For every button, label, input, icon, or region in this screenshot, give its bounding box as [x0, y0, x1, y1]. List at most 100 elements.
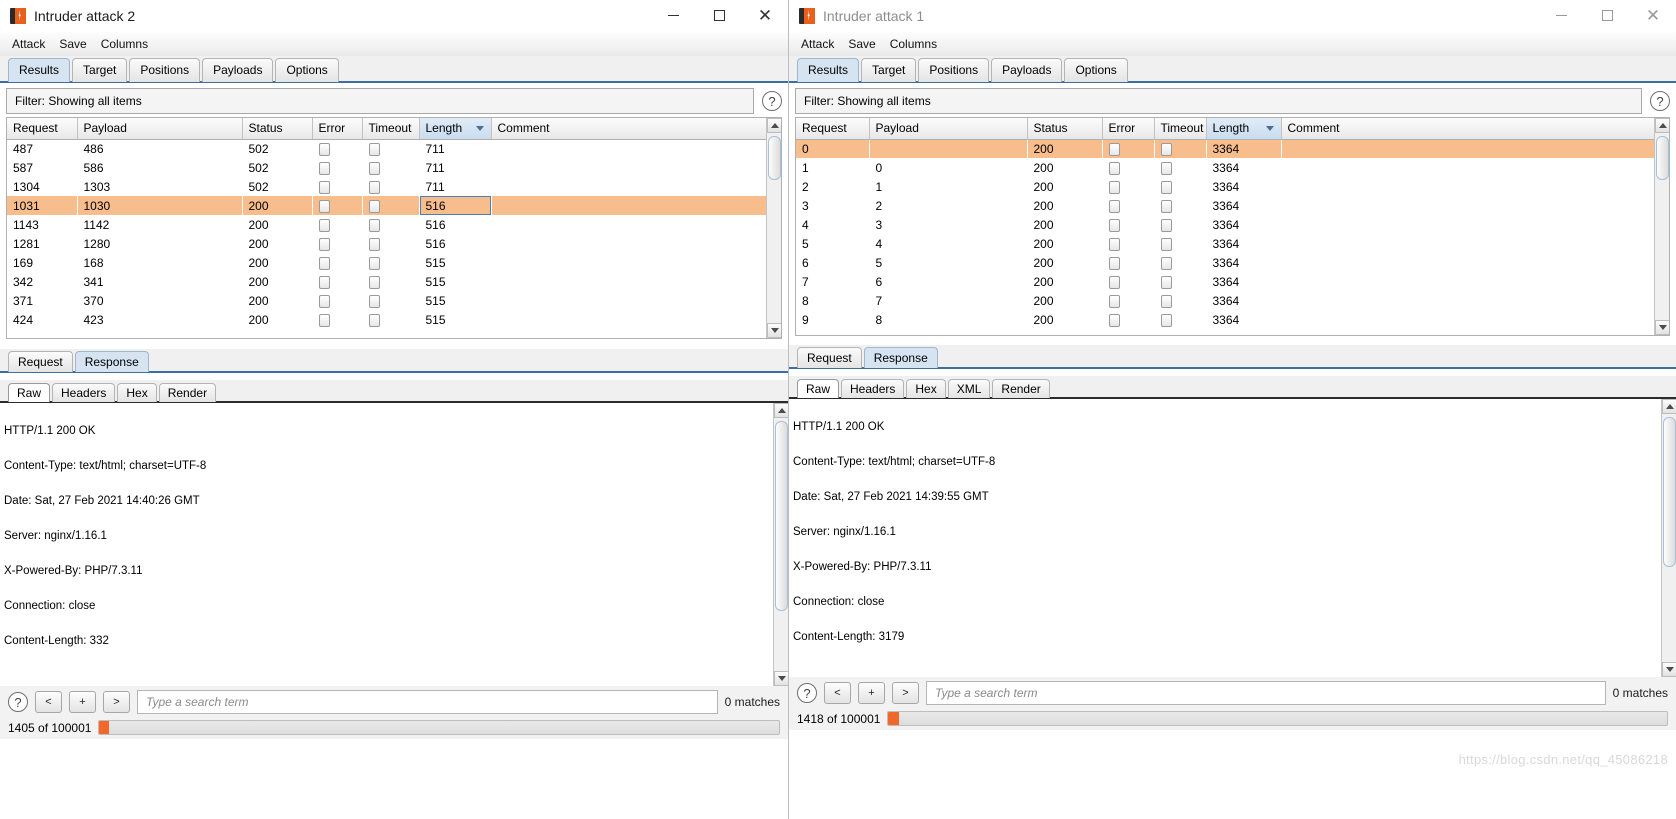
- error-checkbox[interactable]: [318, 199, 330, 213]
- tab-options[interactable]: Options: [1064, 58, 1128, 82]
- timeout-checkbox[interactable]: [368, 237, 380, 251]
- cell-error[interactable]: [312, 234, 362, 253]
- error-checkbox[interactable]: [1108, 294, 1120, 308]
- search-next-button[interactable]: >: [892, 682, 919, 704]
- view-tab-raw[interactable]: Raw: [797, 379, 840, 398]
- cell-comment[interactable]: [491, 215, 781, 234]
- timeout-checkbox[interactable]: [368, 180, 380, 194]
- view-tab-render[interactable]: Render: [992, 379, 1050, 398]
- cell-comment[interactable]: [1281, 272, 1669, 291]
- scrollbar-thumb[interactable]: [768, 136, 781, 180]
- cell-error[interactable]: [1102, 253, 1154, 272]
- cell-timeout[interactable]: [1154, 291, 1206, 310]
- filter-bar-button[interactable]: Filter: Showing all items: [795, 88, 1642, 114]
- cell-error[interactable]: [1102, 196, 1154, 215]
- column-header-timeout[interactable]: Timeout: [362, 118, 420, 140]
- cell-error[interactable]: [1102, 177, 1154, 196]
- message-tab-request[interactable]: Request: [8, 351, 73, 372]
- cell-comment[interactable]: [1281, 215, 1669, 234]
- help-icon[interactable]: ?: [762, 91, 782, 111]
- column-header-payload[interactable]: Payload: [869, 118, 1028, 140]
- error-checkbox[interactable]: [1108, 180, 1120, 194]
- timeout-checkbox[interactable]: [1160, 294, 1172, 308]
- cell-error[interactable]: [312, 139, 362, 158]
- menu-item-columns[interactable]: Columns: [890, 37, 937, 51]
- right-response-text[interactable]: HTTP/1.1 200 OK Content-Type: text/html;…: [789, 399, 1659, 677]
- table-row[interactable]: 1304 1303 502 711: [7, 177, 781, 196]
- timeout-checkbox[interactable]: [368, 161, 380, 175]
- cell-timeout[interactable]: [362, 139, 419, 158]
- table-row[interactable]: 5 4 200 3364: [796, 234, 1669, 253]
- tab-options[interactable]: Options: [275, 58, 339, 82]
- cell-comment[interactable]: [491, 291, 781, 310]
- cell-error[interactable]: [1102, 215, 1154, 234]
- view-tab-raw[interactable]: Raw: [8, 383, 51, 402]
- table-row[interactable]: 8 7 200 3364: [796, 291, 1669, 310]
- tab-positions[interactable]: Positions: [918, 58, 990, 82]
- table-row-selected[interactable]: 0 200 3364: [796, 139, 1669, 158]
- message-tab-response[interactable]: Response: [863, 347, 938, 368]
- table-row[interactable]: 6 5 200 3364: [796, 253, 1669, 272]
- tab-payloads[interactable]: Payloads: [202, 58, 274, 82]
- cell-timeout[interactable]: [362, 215, 419, 234]
- timeout-checkbox[interactable]: [368, 142, 380, 156]
- tab-target[interactable]: Target: [861, 58, 917, 82]
- error-checkbox[interactable]: [318, 237, 330, 251]
- table-row[interactable]: 424 423 200 515: [7, 310, 781, 329]
- tab-target[interactable]: Target: [72, 58, 128, 82]
- error-checkbox[interactable]: [318, 313, 330, 327]
- table-row[interactable]: 342 341 200 515: [7, 272, 781, 291]
- view-tab-headers[interactable]: Headers: [841, 379, 905, 398]
- search-next-button[interactable]: >: [103, 691, 130, 713]
- table-row[interactable]: 1 0 200 3364: [796, 158, 1669, 177]
- menu-item-columns[interactable]: Columns: [101, 37, 148, 51]
- timeout-checkbox[interactable]: [1160, 237, 1172, 251]
- error-checkbox[interactable]: [1108, 237, 1120, 251]
- column-header-payload[interactable]: Payload: [77, 118, 243, 140]
- view-tab-xml[interactable]: XML: [947, 379, 991, 398]
- table-row[interactable]: 4 3 200 3364: [796, 215, 1669, 234]
- tab-payloads[interactable]: Payloads: [991, 58, 1063, 82]
- cell-error[interactable]: [312, 310, 362, 329]
- column-header-request[interactable]: Request: [7, 118, 78, 140]
- column-header-error[interactable]: Error: [312, 118, 363, 140]
- error-checkbox[interactable]: [1108, 199, 1120, 213]
- scroll-up-button[interactable]: [1662, 399, 1676, 414]
- menu-item-attack[interactable]: Attack: [801, 37, 834, 51]
- timeout-checkbox[interactable]: [368, 199, 380, 213]
- scroll-down-button[interactable]: [774, 671, 788, 686]
- error-checkbox[interactable]: [318, 275, 330, 289]
- error-checkbox[interactable]: [318, 161, 330, 175]
- timeout-checkbox[interactable]: [1160, 180, 1172, 194]
- close-button[interactable]: ✕: [742, 0, 788, 32]
- filter-bar-button[interactable]: Filter: Showing all items: [6, 88, 754, 114]
- tab-results[interactable]: Results: [8, 58, 71, 82]
- column-header-error[interactable]: Error: [1102, 118, 1155, 140]
- cell-comment[interactable]: [491, 310, 781, 329]
- right-results-scrollbar[interactable]: [1654, 118, 1669, 335]
- timeout-checkbox[interactable]: [368, 294, 380, 308]
- cell-comment[interactable]: [491, 234, 781, 253]
- timeout-checkbox[interactable]: [1160, 199, 1172, 213]
- menu-item-save[interactable]: Save: [848, 37, 875, 51]
- scroll-down-button[interactable]: [1655, 320, 1669, 335]
- cell-timeout[interactable]: [362, 158, 419, 177]
- right-response-scrollbar[interactable]: [1661, 399, 1676, 677]
- error-checkbox[interactable]: [318, 256, 330, 270]
- cell-timeout[interactable]: [362, 253, 419, 272]
- tab-positions[interactable]: Positions: [129, 58, 201, 82]
- help-icon[interactable]: ?: [1650, 91, 1670, 111]
- error-checkbox[interactable]: [1108, 256, 1120, 270]
- cell-error[interactable]: [312, 291, 362, 310]
- timeout-checkbox[interactable]: [368, 313, 380, 327]
- cell-timeout[interactable]: [1154, 272, 1206, 291]
- table-row[interactable]: 3 2 200 3364: [796, 196, 1669, 215]
- column-header-comment[interactable]: Comment: [491, 118, 781, 140]
- column-header-status[interactable]: Status: [242, 118, 313, 140]
- search-add-button[interactable]: +: [858, 682, 885, 704]
- search-input[interactable]: Type a search term: [926, 681, 1606, 705]
- message-tab-response[interactable]: Response: [74, 351, 149, 372]
- scrollbar-thumb[interactable]: [1663, 417, 1676, 567]
- view-tab-hex[interactable]: Hex: [906, 379, 946, 398]
- table-row[interactable]: 9 8 200 3364: [796, 310, 1669, 329]
